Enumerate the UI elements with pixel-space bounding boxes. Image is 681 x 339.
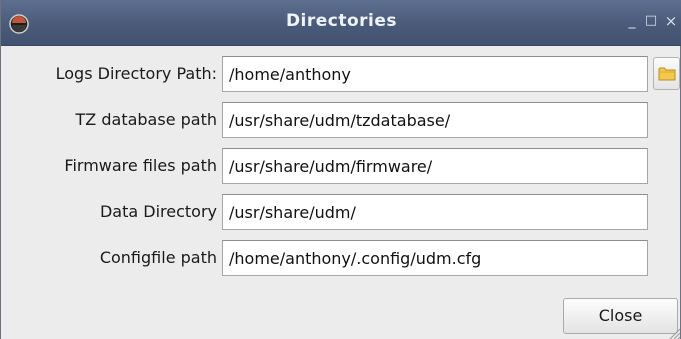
resize-grip-icon[interactable] (668, 327, 680, 339)
data-directory-label: Data Directory (99, 202, 217, 221)
logs-directory-label: Logs Directory Path: (55, 64, 217, 83)
minimize-button[interactable]: _ (623, 10, 641, 32)
tz-database-label: TZ database path (75, 110, 217, 129)
configfile-label: Configfile path (99, 248, 217, 267)
title-bar[interactable]: Directories _ □ × (1, 0, 681, 46)
maximize-button[interactable]: □ (642, 10, 660, 32)
logs-directory-input[interactable] (222, 56, 648, 92)
firmware-files-input[interactable] (222, 148, 648, 184)
close-window-button[interactable]: × (662, 10, 680, 32)
tz-database-input[interactable] (222, 102, 648, 138)
configfile-input[interactable] (222, 240, 648, 276)
folder-icon (658, 67, 676, 81)
firmware-files-label: Firmware files path (64, 156, 217, 175)
directories-dialog: Directories _ □ × Logs Directory Path: T… (0, 0, 681, 339)
data-directory-input[interactable] (222, 194, 648, 230)
window-title: Directories (285, 11, 398, 31)
close-button[interactable]: Close (563, 298, 678, 334)
browse-logs-directory-button[interactable] (653, 57, 680, 90)
